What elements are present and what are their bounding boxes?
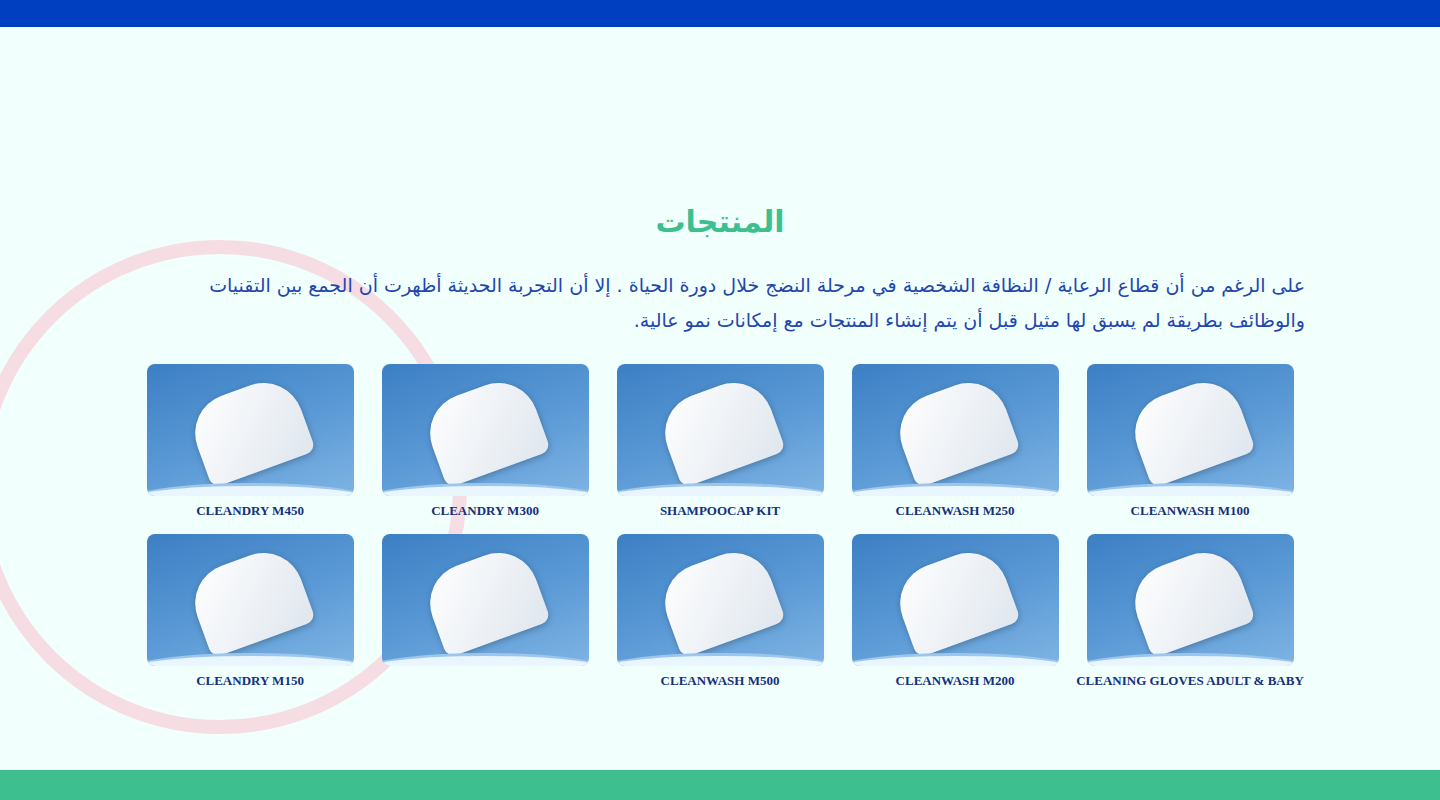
product-shape-icon xyxy=(184,542,316,659)
product-name: CLEANDRY M450 xyxy=(196,503,304,518)
wave-icon xyxy=(1087,653,1294,666)
product-name: CLEANDRY M300 xyxy=(431,503,539,518)
wave-icon xyxy=(382,483,589,496)
top-bar xyxy=(0,0,1440,27)
product-card[interactable]: CLEANWASH M200 xyxy=(852,534,1059,688)
product-card[interactable]: CLEANDRY M150 xyxy=(147,534,354,688)
product-picture xyxy=(147,364,354,496)
bottom-bar xyxy=(0,770,1440,800)
product-picture xyxy=(147,534,354,666)
product-picture xyxy=(1087,534,1294,666)
product-card[interactable]: CLEANWASH M500 xyxy=(617,534,824,688)
product-shape-icon xyxy=(184,372,316,489)
wave-icon xyxy=(147,653,354,666)
product-name: CLEANING GLOVES ADULT & BABY xyxy=(1076,673,1304,688)
product-shape-icon xyxy=(419,372,551,489)
product-card[interactable]: CLEANWASH M100 xyxy=(1087,364,1294,518)
product-picture xyxy=(1087,364,1294,496)
product-shape-icon xyxy=(1124,372,1256,489)
content: المنتجات على الرغم من أن قطاع الرعاية / ا… xyxy=(130,27,1310,688)
product-shape-icon xyxy=(654,542,786,659)
wave-icon xyxy=(1087,483,1294,496)
product-picture xyxy=(382,364,589,496)
wave-icon xyxy=(617,483,824,496)
product-card[interactable]: CLEANDRY M450 xyxy=(147,364,354,518)
product-name: CLEANWASH M500 xyxy=(661,673,780,688)
product-card[interactable]: SHAMPOOCAP KIT xyxy=(617,364,824,518)
product-name: CLEANWASH M200 xyxy=(896,673,1015,688)
page: المنتجات على الرغم من أن قطاع الرعاية / ا… xyxy=(0,0,1440,800)
products-section: المنتجات على الرغم من أن قطاع الرعاية / ا… xyxy=(0,27,1440,770)
product-picture xyxy=(617,364,824,496)
wave-icon xyxy=(617,653,824,666)
product-grid: CLEANWASH M100 CLEANWASH M250 SHAMPOOCAP K… xyxy=(147,364,1294,688)
product-shape-icon xyxy=(889,542,1021,659)
product-picture xyxy=(852,364,1059,496)
product-picture xyxy=(852,534,1059,666)
product-name: SHAMPOOCAP KIT xyxy=(660,503,780,518)
product-shape-icon xyxy=(654,372,786,489)
product-picture xyxy=(382,534,589,666)
product-shape-icon xyxy=(889,372,1021,489)
product-card[interactable] xyxy=(382,534,589,688)
product-card[interactable]: CLEANWASH M250 xyxy=(852,364,1059,518)
wave-icon xyxy=(852,483,1059,496)
product-name: CLEANWASH M250 xyxy=(896,503,1015,518)
section-intro: على الرغم من أن قطاع الرعاية / النظافة ا… xyxy=(135,268,1305,338)
section-title: المنتجات xyxy=(655,202,784,242)
product-picture xyxy=(617,534,824,666)
product-card[interactable]: CLEANING GLOVES ADULT & BABY xyxy=(1087,534,1294,688)
product-shape-icon xyxy=(419,542,551,659)
product-name: CLEANWASH M100 xyxy=(1131,503,1250,518)
product-name: CLEANDRY M150 xyxy=(196,673,304,688)
wave-icon xyxy=(852,653,1059,666)
wave-icon xyxy=(147,483,354,496)
wave-icon xyxy=(382,653,589,666)
product-shape-icon xyxy=(1124,542,1256,659)
product-card[interactable]: CLEANDRY M300 xyxy=(382,364,589,518)
